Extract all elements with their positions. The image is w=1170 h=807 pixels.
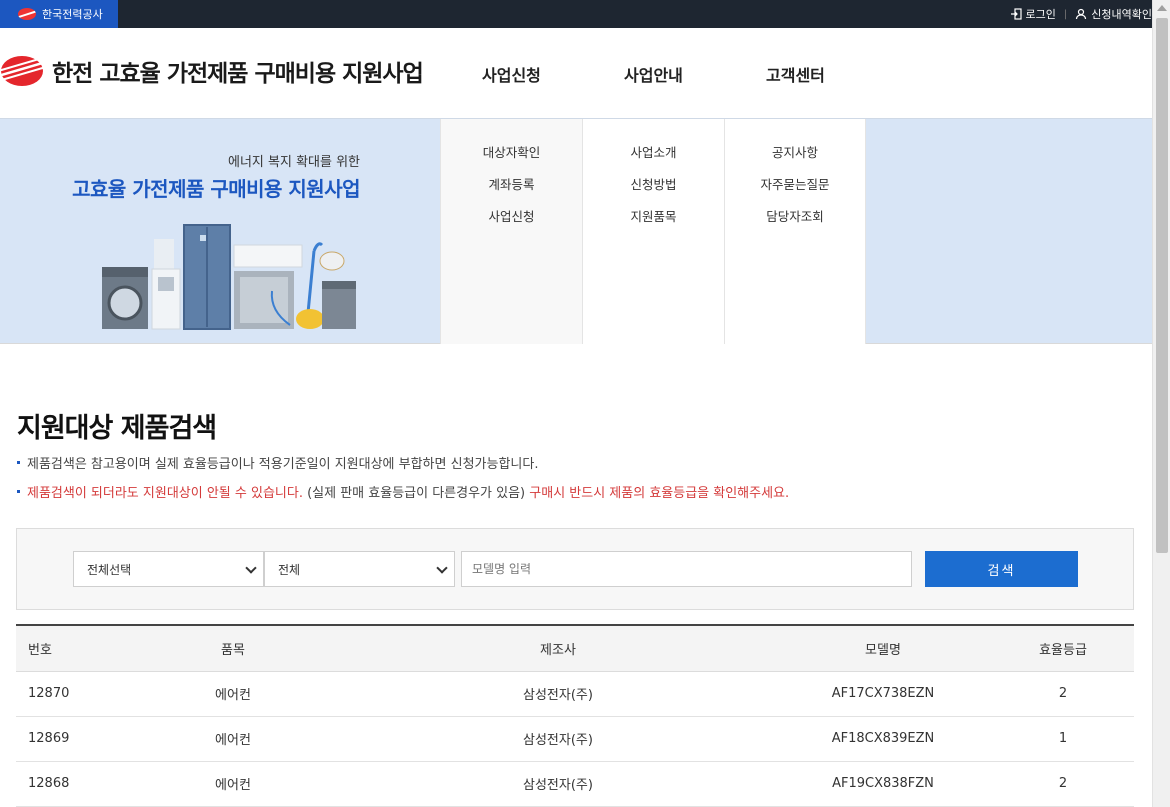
- cell-model: AF19CX838FZN: [774, 761, 992, 807]
- menu-staff-lookup[interactable]: 담당자조회: [725, 209, 865, 241]
- subcategory-select-value: 전체: [278, 562, 301, 577]
- login-label: 로그인: [1025, 8, 1056, 21]
- product-table: 번호 품목 제조사 모델명 효율등급 12870 에어컨 삼성전자(주) AF1…: [16, 624, 1134, 807]
- model-name-input[interactable]: [461, 551, 912, 587]
- menu-account-register[interactable]: 계좌등록: [441, 177, 582, 209]
- kepco-brand-icon: [0, 56, 44, 86]
- vertical-scrollbar[interactable]: [1152, 0, 1170, 807]
- col-header-item: 품목: [124, 624, 342, 672]
- cell-maker: 삼성전자(주): [342, 761, 774, 807]
- mega-col-apply: 대상자확인 계좌등록 사업신청: [440, 119, 582, 344]
- menu-support-items[interactable]: 지원품목: [583, 209, 724, 241]
- nav-support[interactable]: 고객센터: [766, 62, 908, 86]
- promo-subtitle: 에너지 복지 확대를 위한: [228, 155, 360, 170]
- cell-grade: 1: [992, 716, 1134, 762]
- search-button[interactable]: 검색: [925, 551, 1078, 587]
- notice-warning-2: 구매시 반드시 제품의 효율등급을 확인해주세요.: [529, 486, 790, 501]
- application-check-link[interactable]: 신청내역확인: [1075, 6, 1152, 22]
- scroll-up-icon[interactable]: [1157, 5, 1167, 11]
- menu-business-intro[interactable]: 사업소개: [583, 145, 724, 177]
- promo-title: 고효율 가전제품 구매비용 지원사업: [72, 177, 360, 201]
- cell-number: 12869: [16, 716, 124, 762]
- table-row[interactable]: 12869 에어컨 삼성전자(주) AF18CX839EZN 1: [16, 716, 1134, 762]
- scrollbar-thumb[interactable]: [1156, 18, 1168, 553]
- table-header-row: 번호 품목 제조사 모델명 효율등급: [16, 624, 1134, 672]
- utility-bar: 한국전력공사 로그인 | 신청내역확인: [0, 0, 1152, 28]
- cell-item: 에어컨: [124, 716, 342, 762]
- col-header-grade: 효율등급: [992, 624, 1134, 672]
- nav-guide[interactable]: 사업안내: [624, 62, 766, 86]
- cell-maker: 삼성전자(주): [342, 671, 774, 717]
- table-row[interactable]: 12870 에어컨 삼성전자(주) AF17CX738EZN 2: [16, 671, 1134, 717]
- chevron-down-icon: [436, 562, 448, 574]
- menu-business-apply[interactable]: 사업신청: [441, 209, 582, 241]
- menu-notice[interactable]: 공지사항: [725, 145, 865, 177]
- notice-text-1: 제품검색은 참고용이며 실제 효율등급이나 적용기준일이 지원대상에 부합하면 …: [27, 457, 539, 472]
- notice-note: (실제 판매 효율등급이 다른경우가 있음): [302, 486, 530, 501]
- util-divider: |: [1063, 8, 1068, 20]
- cell-grade: 2: [992, 671, 1134, 717]
- kepco-logo-icon: [18, 8, 36, 20]
- col-header-maker: 제조사: [342, 624, 774, 672]
- cell-maker: 삼성전자(주): [342, 716, 774, 762]
- subcategory-select[interactable]: 전체: [264, 551, 455, 587]
- cell-model: AF18CX839EZN: [774, 716, 992, 762]
- notice-line-2: 제품검색이 되더라도 지원대상이 안될 수 있습니다. (실제 판매 효율등급이…: [17, 482, 789, 501]
- brand-logo-link[interactable]: 한전 고효율 가전제품 구매비용 지원사업: [0, 54, 424, 88]
- menu-apply-method[interactable]: 신청방법: [583, 177, 724, 209]
- mega-menu: 에너지 복지 확대를 위한 고효율 가전제품 구매비용 지원사업 대상자확인 계…: [0, 118, 1152, 344]
- search-panel: 전체선택 전체 검색: [16, 528, 1134, 610]
- cell-model: AF17CX738EZN: [774, 671, 992, 717]
- notice-warning-1: 제품검색이 되더라도 지원대상이 안될 수 있습니다.: [27, 486, 303, 501]
- mega-col-support: 공지사항 자주묻는질문 담당자조회: [724, 119, 866, 344]
- notice-line-1: 제품검색은 참고용이며 실제 효율등급이나 적용기준일이 지원대상에 부합하면 …: [17, 453, 538, 472]
- menu-eligibility-check[interactable]: 대상자확인: [441, 145, 582, 177]
- col-header-model: 모델명: [774, 624, 992, 672]
- main-nav: 사업신청 사업안내 고객센터: [482, 62, 908, 86]
- cell-item: 에어컨: [124, 671, 342, 717]
- cell-number: 12868: [16, 761, 124, 807]
- user-icon: [1076, 8, 1087, 20]
- utility-links: 로그인 | 신청내역확인: [1010, 0, 1152, 28]
- site-title: 한전 고효율 가전제품 구매비용 지원사업: [52, 61, 424, 87]
- login-link[interactable]: 로그인: [1010, 6, 1056, 22]
- bullet-icon: [17, 461, 20, 464]
- login-icon: [1010, 8, 1022, 20]
- appliances-illustration: [102, 224, 356, 330]
- chevron-down-icon: [245, 562, 257, 574]
- nav-apply[interactable]: 사업신청: [482, 62, 624, 86]
- cell-grade: 2: [992, 761, 1134, 807]
- kepco-link[interactable]: 한국전력공사: [0, 0, 118, 28]
- cell-item: 에어컨: [124, 761, 342, 807]
- site-header: 한전 고효율 가전제품 구매비용 지원사업 사업신청 사업안내 고객센터: [0, 28, 1152, 118]
- mega-col-guide: 사업소개 신청방법 지원품목: [582, 119, 724, 344]
- menu-faq[interactable]: 자주묻는질문: [725, 177, 865, 209]
- kepco-label: 한국전력공사: [42, 8, 103, 21]
- bullet-icon: [17, 490, 20, 493]
- category-select[interactable]: 전체선택: [73, 551, 264, 587]
- cell-number: 12870: [16, 671, 124, 717]
- page-title: 지원대상 제품검색: [17, 413, 217, 444]
- col-header-number: 번호: [16, 624, 124, 672]
- table-row[interactable]: 12868 에어컨 삼성전자(주) AF19CX838FZN 2: [16, 761, 1134, 807]
- category-select-value: 전체선택: [87, 562, 132, 577]
- application-check-label: 신청내역확인: [1091, 8, 1152, 21]
